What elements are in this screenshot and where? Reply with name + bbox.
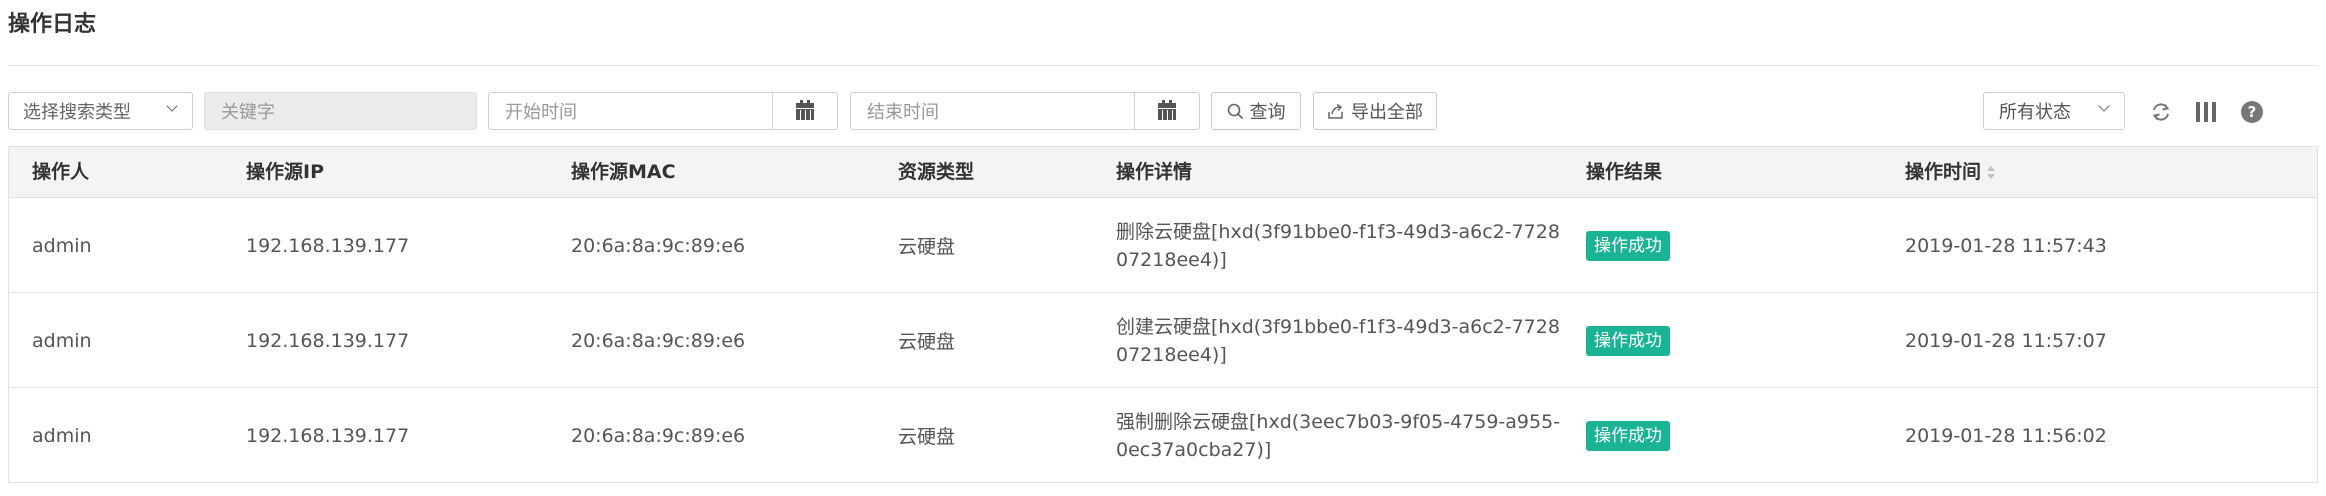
cell-detail-wrap: 强制删除云硬盘[hxd(3eec7b03-9f05-4759-a955-0ec3… — [1116, 388, 1566, 483]
search-type-label: 选择搜索类型 — [23, 102, 131, 123]
cell-mac: 20:6a:8a:9c:89:e6 — [571, 234, 746, 257]
columns-icon — [2196, 102, 2216, 122]
chevron-down-icon — [2098, 100, 2110, 112]
status-filter-label: 所有状态 — [1999, 102, 2071, 123]
end-date-placeholder: 结束时间 — [867, 102, 939, 123]
export-icon — [1328, 103, 1343, 119]
search-button[interactable]: 查询 — [1211, 92, 1301, 130]
column-header-detail: 操作详情 — [1116, 161, 1193, 183]
cell-resource: 云硬盘 — [898, 236, 956, 258]
column-header-resource: 资源类型 — [898, 161, 975, 183]
refresh-icon — [2152, 103, 2170, 121]
table-row: admin 192.168.139.177 20:6a:8a:9c:89:e6 … — [9, 293, 2317, 388]
columns-toggle-button[interactable] — [2194, 100, 2218, 124]
cell-detail: 删除云硬盘[hxd(3f91bbe0-f1f3-49d3-a6c2-772807… — [1116, 220, 1560, 271]
table-row: admin 192.168.139.177 20:6a:8a:9c:89:e6 … — [9, 198, 2317, 293]
end-date-picker[interactable]: 结束时间 — [850, 92, 1200, 130]
search-type-select[interactable]: 选择搜索类型 — [8, 92, 193, 130]
cell-mac: 20:6a:8a:9c:89:e6 — [571, 424, 746, 447]
calendar-icon — [1158, 100, 1176, 120]
column-header-user: 操作人 — [32, 161, 90, 183]
cell-resource: 云硬盘 — [898, 331, 956, 353]
cell-result: 操作成功 — [1586, 388, 1670, 483]
start-date-input[interactable]: 开始时间 — [488, 92, 773, 130]
column-header-result: 操作结果 — [1586, 161, 1663, 183]
cell-time: 2019-01-28 11:56:02 — [1905, 424, 2107, 447]
cell-time: 2019-01-28 11:57:43 — [1905, 234, 2107, 257]
status-badge: 操作成功 — [1586, 420, 1670, 451]
cell-ip: 192.168.139.177 — [246, 234, 410, 257]
help-button[interactable]: ? — [2240, 100, 2264, 124]
status-badge: 操作成功 — [1586, 230, 1670, 261]
refresh-button[interactable] — [2149, 100, 2173, 124]
cell-user: admin — [32, 424, 92, 447]
start-date-placeholder: 开始时间 — [505, 102, 577, 123]
export-button-label: 导出全部 — [1351, 102, 1423, 123]
calendar-icon — [796, 100, 814, 120]
end-calendar-button[interactable] — [1135, 92, 1200, 130]
start-date-picker[interactable]: 开始时间 — [488, 92, 838, 130]
cell-detail-wrap: 删除云硬盘[hxd(3f91bbe0-f1f3-49d3-a6c2-772807… — [1116, 198, 1566, 293]
cell-resource: 云硬盘 — [898, 426, 956, 448]
title-divider — [8, 65, 2318, 66]
cell-detail: 强制删除云硬盘[hxd(3eec7b03-9f05-4759-a955-0ec3… — [1116, 410, 1561, 461]
export-all-button[interactable]: 导出全部 — [1313, 92, 1437, 130]
column-header-ip: 操作源IP — [246, 161, 324, 183]
page-title: 操作日志 — [8, 12, 97, 37]
cell-user: admin — [32, 234, 92, 257]
column-header-time-label: 操作时间 — [1905, 161, 1982, 183]
cell-ip: 192.168.139.177 — [246, 424, 410, 447]
table-row: admin 192.168.139.177 20:6a:8a:9c:89:e6 … — [9, 388, 2317, 483]
question-icon: ? — [2241, 101, 2263, 123]
cell-result: 操作成功 — [1586, 198, 1670, 293]
cell-ip: 192.168.139.177 — [246, 329, 410, 352]
chevron-down-icon — [166, 100, 178, 112]
cell-detail: 创建云硬盘[hxd(3f91bbe0-f1f3-49d3-a6c2-772807… — [1116, 315, 1560, 366]
sort-icon[interactable] — [1987, 165, 1996, 180]
cell-mac: 20:6a:8a:9c:89:e6 — [571, 329, 746, 352]
operation-log-table: 操作人 操作源IP 操作源MAC 资源类型 操作详情 操作结果 操作时间 adm… — [8, 146, 2318, 483]
search-button-label: 查询 — [1249, 102, 1286, 123]
keyword-placeholder: 关键字 — [221, 102, 275, 123]
column-header-mac: 操作源MAC — [571, 161, 676, 183]
status-filter-select[interactable]: 所有状态 — [1983, 92, 2125, 130]
cell-user: admin — [32, 329, 92, 352]
table-header: 操作人 操作源IP 操作源MAC 资源类型 操作详情 操作结果 操作时间 — [9, 147, 2317, 198]
status-badge: 操作成功 — [1586, 325, 1670, 356]
keyword-input[interactable]: 关键字 — [204, 92, 477, 130]
cell-detail-wrap: 创建云硬盘[hxd(3f91bbe0-f1f3-49d3-a6c2-772807… — [1116, 293, 1566, 388]
column-header-time[interactable]: 操作时间 — [1905, 147, 1996, 198]
start-calendar-button[interactable] — [773, 92, 838, 130]
search-icon — [1227, 103, 1243, 119]
cell-result: 操作成功 — [1586, 293, 1670, 388]
end-date-input[interactable]: 结束时间 — [850, 92, 1135, 130]
cell-time: 2019-01-28 11:57:07 — [1905, 329, 2107, 352]
